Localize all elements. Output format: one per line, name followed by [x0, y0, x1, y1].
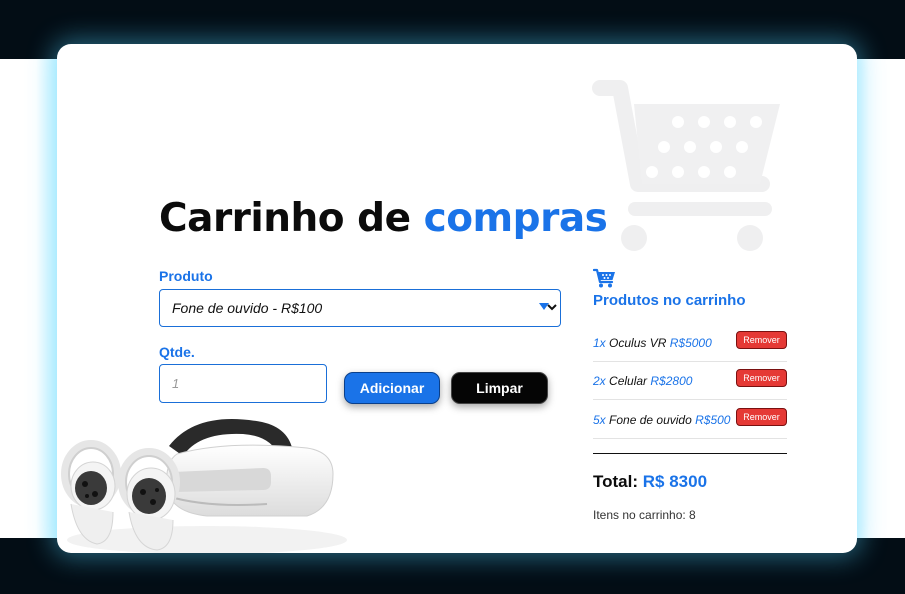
cart-item-name: Celular: [609, 374, 648, 388]
cart-item-qty: 2x: [593, 374, 606, 388]
product-label: Produto: [159, 268, 213, 284]
shopping-cart-card: Carrinho de compras Produto Fone de ouvi…: [57, 44, 857, 553]
cart-item: 5x Fone de ouvido R$500 Remover: [593, 401, 787, 439]
chevron-down-icon: [539, 303, 557, 311]
cart-item-name: Fone de ouvido: [609, 413, 692, 427]
items-count: Itens no carrinho: 8: [593, 508, 696, 522]
clear-button[interactable]: Limpar: [451, 372, 548, 404]
quantity-label: Qtde.: [159, 344, 195, 360]
background-cart-icon: [592, 80, 780, 251]
total-divider: [593, 453, 787, 454]
title-accent: compras: [423, 196, 608, 241]
title-prefix: Carrinho de: [159, 196, 411, 241]
remove-button[interactable]: Remover: [736, 331, 787, 349]
cart-item-price: R$2800: [650, 374, 693, 388]
remove-button[interactable]: Remover: [736, 408, 787, 426]
cart-item-text: 1x Oculus VR R$5000: [593, 336, 712, 350]
product-select[interactable]: Fone de ouvido - R$100: [159, 289, 561, 327]
cart-item-price: R$500: [695, 413, 731, 427]
cart-item-qty: 1x: [593, 336, 606, 350]
cart-item-qty: 5x: [593, 413, 606, 427]
total-label: Total:: [593, 472, 639, 491]
product-select-value: Fone de ouvido - R$100: [172, 300, 323, 316]
remove-button[interactable]: Remover: [736, 369, 787, 387]
page-title: Carrinho de compras: [159, 196, 608, 241]
add-button[interactable]: Adicionar: [344, 372, 440, 404]
cart-item: 1x Oculus VR R$5000 Remover: [593, 324, 787, 362]
total-value: R$ 8300: [642, 472, 708, 491]
shopping-cart-icon: [593, 268, 615, 288]
quantity-placeholder: 1: [172, 376, 180, 391]
cart-item-text: 2x Celular R$2800: [593, 374, 692, 388]
vr-headset-image: [61, 419, 347, 553]
quantity-input[interactable]: 1: [159, 364, 327, 403]
cart-item-text: 5x Fone de ouvido R$500: [593, 413, 730, 427]
cart-total: Total: R$ 8300: [593, 472, 707, 492]
cart-item-price: R$5000: [669, 336, 712, 350]
cart-item: 2x Celular R$2800 Remover: [593, 362, 787, 400]
cart-item-name: Oculus VR: [609, 336, 667, 350]
cart-heading: Produtos no carrinho: [593, 292, 746, 309]
